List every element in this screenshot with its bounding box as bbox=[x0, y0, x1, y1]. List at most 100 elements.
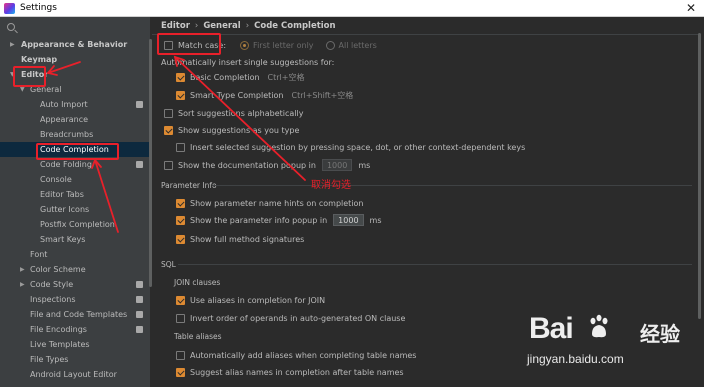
sidebar-item-label: Inspections bbox=[30, 295, 76, 304]
app-icon bbox=[4, 2, 15, 14]
suggest-alias-row: Suggest alias names in completion after … bbox=[176, 365, 404, 379]
project-scope-icon bbox=[136, 311, 143, 318]
sidebar-item-file-types[interactable]: File Types bbox=[0, 352, 150, 367]
main-scrollbar[interactable] bbox=[698, 33, 701, 319]
all-letters-radio[interactable] bbox=[325, 40, 335, 50]
use-aliases-join-checkbox[interactable] bbox=[176, 295, 185, 305]
parameter-info-divider bbox=[212, 185, 692, 186]
doc-popup-unit: ms bbox=[358, 160, 371, 170]
auto-add-aliases-checkbox[interactable] bbox=[176, 350, 185, 360]
expand-right-icon[interactable]: ▶ bbox=[10, 37, 15, 52]
close-icon[interactable]: ✕ bbox=[684, 1, 698, 15]
insert-selected-label: Insert selected suggestion by pressing s… bbox=[190, 142, 526, 152]
search-input[interactable] bbox=[0, 17, 150, 37]
sort-alpha-checkbox[interactable] bbox=[164, 108, 173, 118]
sidebar-item-label: Android Layout Editor bbox=[30, 370, 117, 379]
annotation-box-code-completion bbox=[36, 143, 119, 160]
insert-selected-checkbox[interactable] bbox=[176, 142, 185, 152]
doc-popup-delay-input[interactable]: 1000 bbox=[321, 159, 353, 171]
first-letter-radio[interactable] bbox=[240, 40, 250, 50]
sidebar-item-label: Appearance bbox=[40, 115, 89, 124]
breadcrumb-general[interactable]: General bbox=[203, 21, 240, 31]
sidebar-item-inspections[interactable]: Inspections bbox=[0, 292, 150, 307]
sidebar-item-console[interactable]: Console bbox=[0, 172, 150, 187]
join-clauses-heading: JOIN clauses bbox=[174, 278, 221, 287]
parameter-info-heading: Parameter Info bbox=[161, 181, 217, 190]
auto-insert-heading-text: Automatically insert single suggestions … bbox=[161, 57, 335, 67]
param-hints-label: Show parameter name hints on completion bbox=[190, 198, 364, 208]
sidebar-item-live-templates[interactable]: Live Templates bbox=[0, 337, 150, 352]
param-hints-checkbox[interactable] bbox=[176, 198, 185, 208]
baidu-paw-logo bbox=[590, 314, 608, 338]
suggest-alias-checkbox[interactable] bbox=[176, 367, 185, 377]
sidebar-item-font[interactable]: Font bbox=[0, 247, 150, 262]
window-title: Settings bbox=[20, 3, 57, 13]
table-aliases-heading: Table aliases bbox=[174, 332, 222, 341]
invert-order-row: Invert order of operands in auto-generat… bbox=[176, 311, 405, 325]
sidebar-item-label: Auto Import bbox=[40, 100, 88, 109]
doc-popup-checkbox[interactable] bbox=[164, 160, 173, 170]
smart-type-label: Smart Type Completion bbox=[190, 90, 284, 100]
project-scope-icon bbox=[136, 101, 143, 108]
sidebar-item-appearance[interactable]: Appearance bbox=[0, 112, 150, 127]
sidebar-item-label: Appearance & Behavior bbox=[21, 40, 128, 49]
basic-completion-checkbox[interactable] bbox=[176, 72, 185, 82]
param-popup-delay-input[interactable]: 1000 bbox=[333, 214, 364, 226]
sidebar-item-file-encodings[interactable]: File Encodings bbox=[0, 322, 150, 337]
baidu-jingyan-watermark: Bai 经验 jingyan.baidu.com bbox=[525, 312, 690, 378]
param-popup-checkbox[interactable] bbox=[176, 215, 185, 225]
sidebar-item-appearance-behavior[interactable]: ▶ Appearance & Behavior bbox=[0, 37, 150, 52]
sidebar-item-breadcrumbs[interactable]: Breadcrumbs bbox=[0, 127, 150, 142]
project-scope-icon bbox=[136, 296, 143, 303]
annotation-text: 取消勾选 bbox=[311, 180, 351, 191]
doc-popup-label: Show the documentation popup in bbox=[178, 160, 316, 170]
sidebar-item-file-and-code-templates[interactable]: File and Code Templates bbox=[0, 307, 150, 322]
param-popup-label: Show the parameter info popup in bbox=[190, 215, 328, 225]
sidebar-item-gutter-icons[interactable]: Gutter Icons bbox=[0, 202, 150, 217]
window-titlebar: Settings ✕ bbox=[0, 0, 704, 17]
sidebar-item-color-scheme[interactable]: ▶ Color Scheme bbox=[0, 262, 150, 277]
sidebar-item-keymap[interactable]: Keymap bbox=[0, 52, 150, 67]
sidebar-item-label: File Types bbox=[30, 355, 69, 364]
sql-divider bbox=[178, 264, 692, 265]
sidebar-item-postfix-completion[interactable]: Postfix Completion bbox=[0, 217, 150, 232]
header-divider bbox=[152, 34, 698, 35]
sidebar-item-editor-tabs[interactable]: Editor Tabs bbox=[0, 187, 150, 202]
suggest-alias-label: Suggest alias names in completion after … bbox=[190, 367, 404, 377]
invert-order-checkbox[interactable] bbox=[176, 313, 185, 323]
sidebar-item-label: Code Style bbox=[30, 280, 74, 289]
sidebar-item-code-style[interactable]: ▶ Code Style bbox=[0, 277, 150, 292]
auto-add-aliases-row: Automatically add aliases when completin… bbox=[176, 348, 416, 362]
sidebar-item-label: Keymap bbox=[21, 55, 58, 64]
param-popup-unit: ms bbox=[369, 215, 382, 225]
sidebar-item-label: Console bbox=[40, 175, 72, 184]
settings-tree: ▶ Appearance & Behavior Keymap ▼ Editor ▼ Gene… bbox=[0, 37, 150, 382]
watermark-url: jingyan.baidu.com bbox=[527, 352, 624, 366]
smart-type-checkbox[interactable] bbox=[176, 90, 185, 100]
expand-right-icon[interactable]: ▶ bbox=[20, 262, 25, 277]
auto-insert-heading: Automatically insert single suggestions … bbox=[161, 55, 334, 69]
sidebar-item-label: Smart Keys bbox=[40, 235, 86, 244]
show-as-you-type-checkbox[interactable] bbox=[164, 125, 173, 135]
use-aliases-join-row: Use aliases in completion for JOIN bbox=[176, 293, 325, 307]
breadcrumb-editor[interactable]: Editor bbox=[161, 21, 190, 31]
basic-completion-row: Basic Completion Ctrl+空格 bbox=[176, 70, 304, 84]
sidebar-item-label: Live Templates bbox=[30, 340, 90, 349]
sidebar-item-smart-keys[interactable]: Smart Keys bbox=[0, 232, 150, 247]
basic-completion-label: Basic Completion bbox=[190, 72, 260, 82]
use-aliases-join-label: Use aliases in completion for JOIN bbox=[190, 295, 326, 305]
full-signatures-checkbox[interactable] bbox=[176, 234, 185, 244]
full-signatures-row: Show full method signatures bbox=[176, 232, 304, 246]
sidebar-item-auto-import[interactable]: Auto Import bbox=[0, 97, 150, 112]
annotation-box-match-case bbox=[157, 33, 221, 55]
sidebar-item-android-layout-editor[interactable]: Android Layout Editor bbox=[0, 367, 150, 382]
project-scope-icon bbox=[136, 326, 143, 333]
breadcrumb: Editor › General › Code Completion bbox=[161, 21, 336, 31]
expand-right-icon[interactable]: ▶ bbox=[20, 277, 25, 292]
show-as-you-type-row: Show suggestions as you type bbox=[164, 123, 299, 137]
breadcrumb-separator: › bbox=[194, 21, 199, 31]
sidebar-item-label: Breadcrumbs bbox=[40, 130, 94, 139]
smart-type-shortcut: Ctrl+Shift+空格 bbox=[291, 90, 354, 100]
sort-alpha-row: Sort suggestions alphabetically bbox=[164, 106, 303, 120]
sql-heading: SQL bbox=[161, 260, 176, 269]
